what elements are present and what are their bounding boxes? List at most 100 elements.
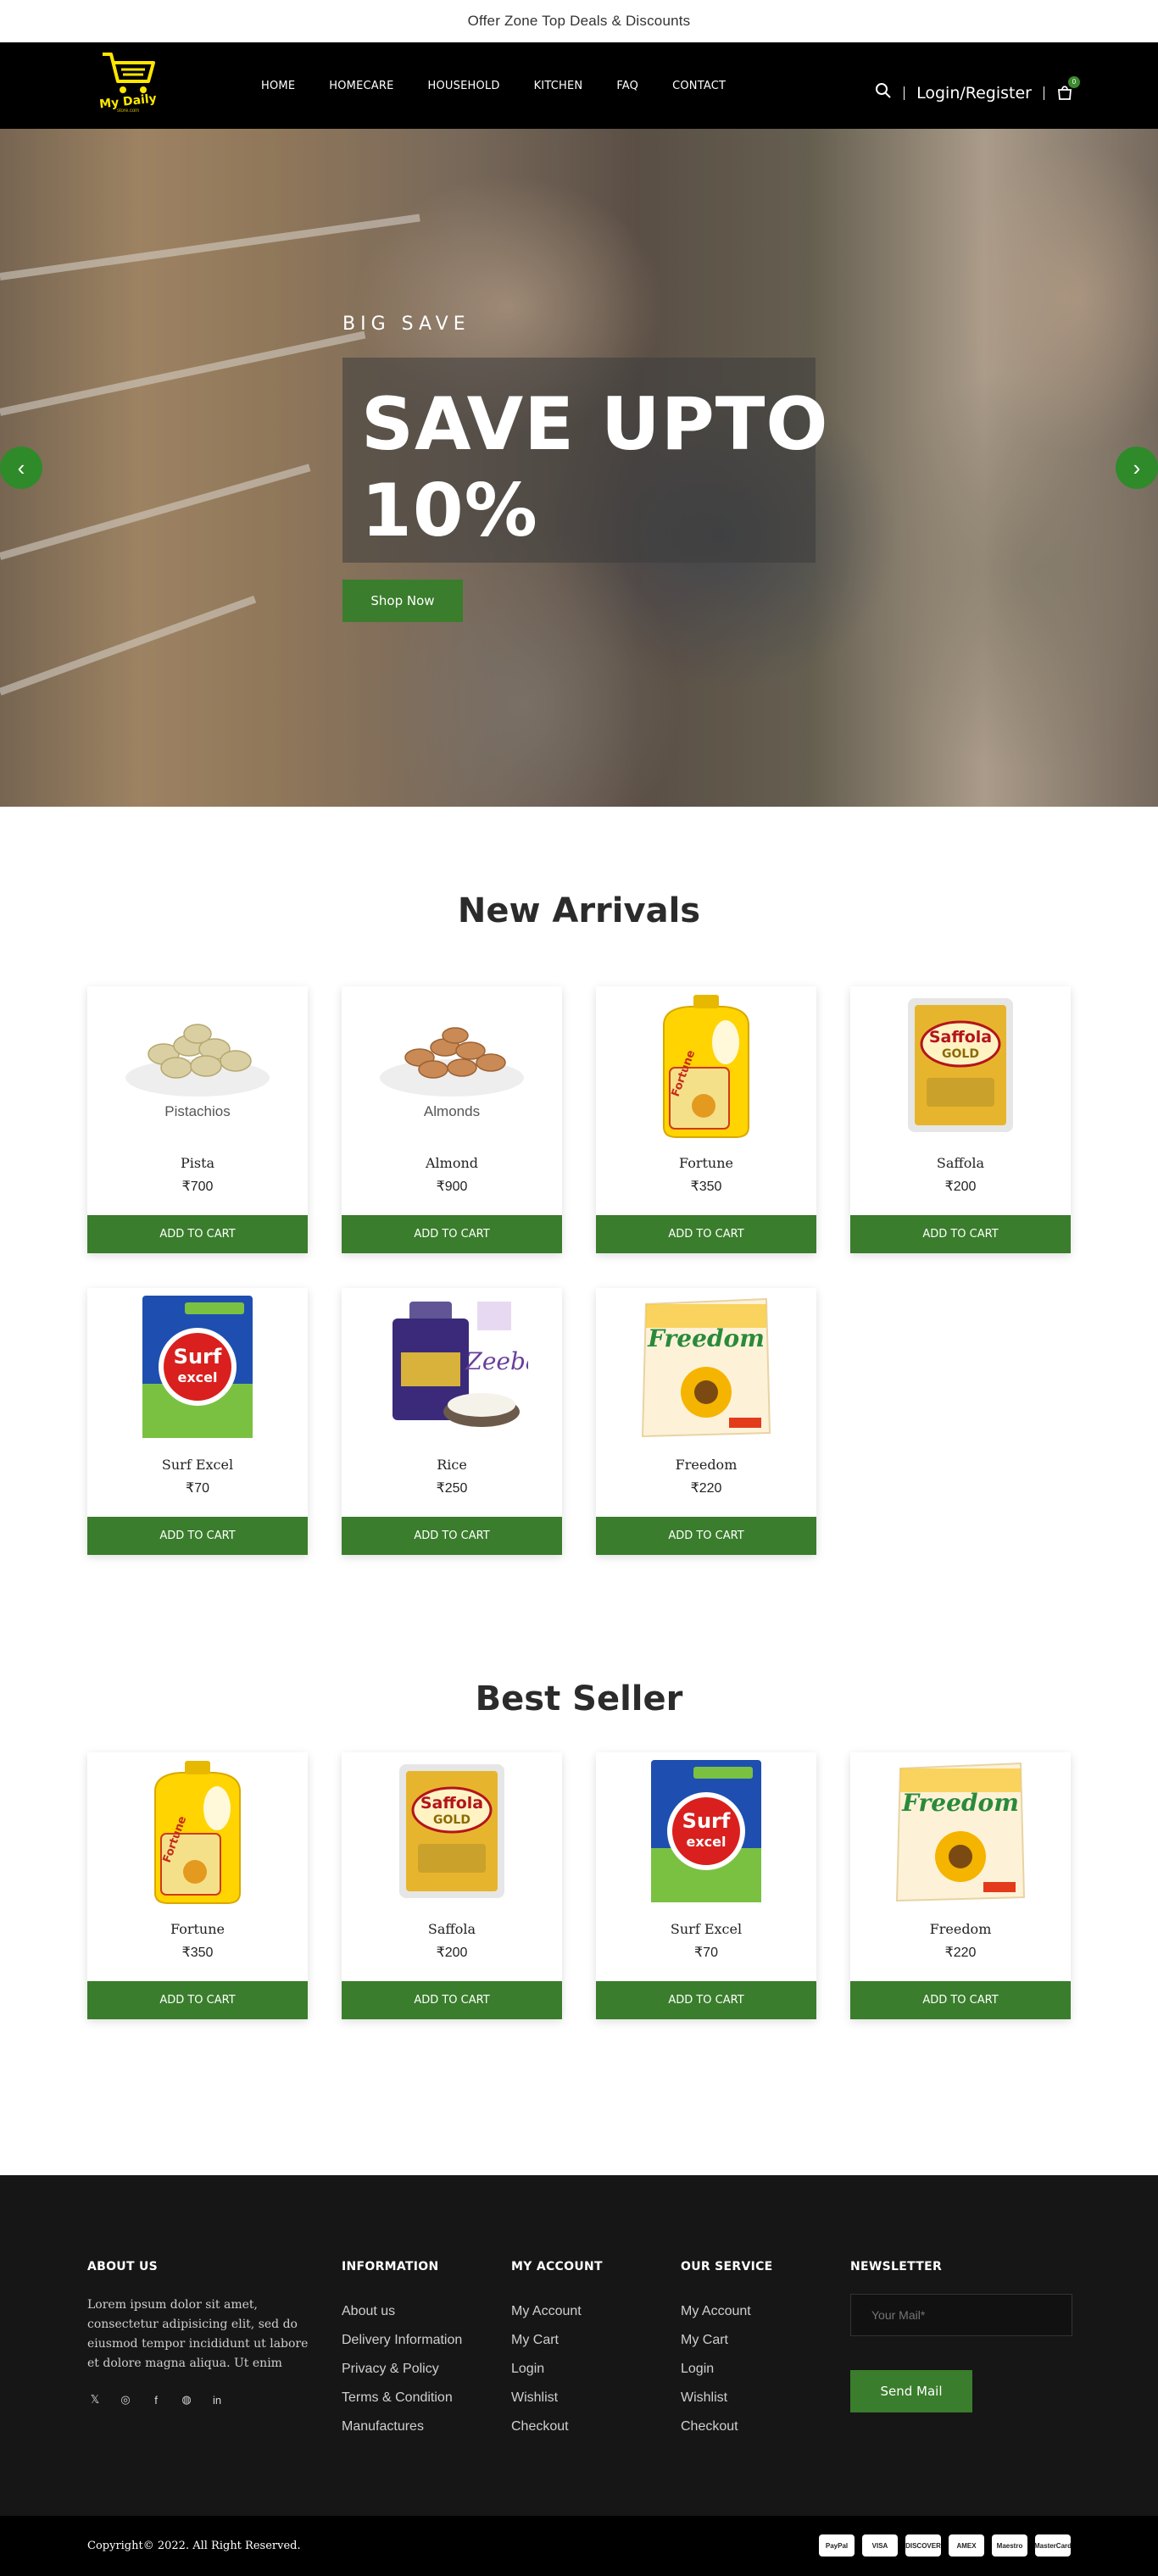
nav-faq[interactable]: FAQ — [616, 80, 638, 92]
product-price: ₹200 — [944, 1180, 977, 1194]
product-card[interactable]: Surf excel Surf Excel ₹70 ADD TO CART — [87, 1288, 308, 1555]
product-image[interactable]: Freedom — [613, 1291, 799, 1442]
product-image[interactable]: Zeeba — [359, 1291, 545, 1442]
add-to-cart-button[interactable]: ADD TO CART — [87, 1517, 308, 1555]
dribbble-icon[interactable]: ◍ — [179, 2392, 194, 2407]
product-name[interactable]: Saffola — [850, 1155, 1071, 1171]
svg-text:Almonds: Almonds — [424, 1103, 480, 1119]
add-to-cart-button[interactable]: ADD TO CART — [87, 1981, 308, 2019]
product-card[interactable]: Fortune Fortune ₹350 ADD TO CART — [596, 986, 816, 1253]
product-name[interactable]: Surf Excel — [596, 1921, 816, 1937]
nav-household[interactable]: HOUSEHOLD — [428, 80, 500, 92]
instagram-icon[interactable]: ◎ — [118, 2392, 133, 2407]
product-image[interactable]: Saffola GOLD — [359, 1756, 545, 1907]
product-card[interactable]: Freedom Freedom ₹220 ADD TO CART — [596, 1288, 816, 1555]
product-name[interactable]: Fortune — [596, 1155, 816, 1171]
footer-link[interactable]: Wishlist — [511, 2384, 603, 2412]
nav-home[interactable]: HOME — [261, 80, 295, 92]
footer-link[interactable]: Terms & Condition — [342, 2384, 462, 2412]
footer-link[interactable]: Wishlist — [681, 2384, 773, 2412]
hero-title: SAVE UPTO 10% — [361, 382, 829, 553]
footer-link-list: My Account My Cart Login Wishlist Checko… — [681, 2297, 773, 2441]
site-logo[interactable]: My Daily store.com — [96, 49, 160, 122]
nav-contact[interactable]: CONTACT — [672, 80, 726, 92]
add-to-cart-button[interactable]: ADD TO CART — [850, 1981, 1071, 2019]
footer-link[interactable]: My Cart — [511, 2326, 603, 2355]
product-image[interactable]: Almonds — [359, 990, 545, 1141]
footer-link[interactable]: My Cart — [681, 2326, 773, 2355]
product-price: ₹700 — [181, 1180, 214, 1194]
footer-link[interactable]: Login — [511, 2355, 603, 2384]
chevron-right-icon[interactable]: › — [1116, 447, 1158, 489]
product-price: ₹200 — [436, 1946, 468, 1960]
product-name[interactable]: Almond — [342, 1155, 562, 1171]
product-image[interactable]: Fortune — [613, 990, 799, 1141]
add-to-cart-button[interactable]: ADD TO CART — [342, 1215, 562, 1253]
add-to-cart-button[interactable]: ADD TO CART — [342, 1517, 562, 1555]
nav-homecare[interactable]: HOMECARE — [329, 80, 393, 92]
product-name[interactable]: Surf Excel — [87, 1457, 308, 1473]
product-card[interactable]: Zeeba Rice ₹250 ADD TO CART — [342, 1288, 562, 1555]
product-image[interactable]: Saffola GOLD — [867, 990, 1054, 1141]
product-card[interactable]: Fortune Fortune ₹350 ADD TO CART — [87, 1752, 308, 2019]
svg-text:Surf: Surf — [682, 1809, 731, 1833]
footer-link[interactable]: My Account — [511, 2297, 603, 2326]
divider — [904, 86, 905, 100]
product-card[interactable]: Surf excel Surf Excel ₹70 ADD TO CART — [596, 1752, 816, 2019]
product-card[interactable]: Saffola GOLD Saffola ₹200 ADD TO CART — [342, 1752, 562, 2019]
product-name[interactable]: Saffola — [342, 1921, 562, 1937]
footer-link-list: About us Delivery Information Privacy & … — [342, 2297, 462, 2441]
product-image[interactable]: Surf excel — [613, 1756, 799, 1907]
add-to-cart-button[interactable]: ADD TO CART — [596, 1215, 816, 1253]
send-mail-button[interactable]: Send Mail — [850, 2370, 972, 2412]
svg-text:GOLD: GOLD — [433, 1813, 470, 1827]
about-text: Lorem ipsum dolor sit amet, consectetur … — [87, 2298, 309, 2370]
product-name[interactable]: Rice — [342, 1457, 562, 1473]
svg-text:Freedom: Freedom — [901, 1789, 1019, 1817]
product-name[interactable]: Freedom — [596, 1457, 816, 1473]
footer-link[interactable]: Checkout — [681, 2412, 773, 2441]
product-card[interactable]: Pistachios Pista ₹700 ADD TO CART — [87, 986, 308, 1253]
product-name[interactable]: Freedom — [850, 1921, 1071, 1937]
shop-now-button[interactable]: Shop Now — [342, 580, 463, 622]
product-image[interactable]: Surf excel — [104, 1291, 291, 1442]
product-image[interactable]: Pistachios — [104, 990, 291, 1141]
footer-our-service: OUR SERVICE My Account My Cart Login Wis… — [681, 2260, 773, 2441]
product-card[interactable]: Saffola GOLD Saffola ₹200 ADD TO CART — [850, 986, 1071, 1253]
chevron-left-icon[interactable]: ‹ — [0, 447, 42, 489]
product-card[interactable]: Almonds Almond ₹900 ADD TO CART — [342, 986, 562, 1253]
facebook-icon[interactable]: f — [148, 2392, 164, 2407]
add-to-cart-button[interactable]: ADD TO CART — [596, 1517, 816, 1555]
nav-kitchen[interactable]: KITCHEN — [534, 80, 583, 92]
product-price: ₹350 — [690, 1180, 722, 1194]
shopping-bag-icon[interactable]: 0 — [1056, 75, 1080, 103]
product-image[interactable]: Fortune — [104, 1756, 291, 1907]
newsletter-email-input[interactable] — [850, 2294, 1072, 2336]
add-to-cart-button[interactable]: ADD TO CART — [850, 1215, 1071, 1253]
twitter-icon[interactable]: 𝕏 — [87, 2392, 103, 2407]
add-to-cart-button[interactable]: ADD TO CART — [87, 1215, 308, 1253]
footer-heading: ABOUT US — [87, 2260, 159, 2273]
add-to-cart-button[interactable]: ADD TO CART — [596, 1981, 816, 2019]
footer-link[interactable]: Manufactures — [342, 2412, 462, 2441]
product-price: ₹900 — [436, 1180, 468, 1194]
footer-link[interactable]: Delivery Information — [342, 2326, 462, 2355]
add-to-cart-button[interactable]: ADD TO CART — [342, 1981, 562, 2019]
footer-newsletter: NEWSLETTER Send Mail — [850, 2260, 1072, 2412]
login-register-link[interactable]: Login/Register — [916, 84, 1032, 103]
svg-text:Zeeba: Zeeba — [465, 1347, 528, 1375]
product-name[interactable]: Fortune — [87, 1921, 308, 1937]
product-card[interactable]: Freedom Freedom ₹220 ADD TO CART — [850, 1752, 1071, 2019]
product-name[interactable]: Pista — [87, 1155, 308, 1171]
footer-link[interactable]: Login — [681, 2355, 773, 2384]
footer-link[interactable]: About us — [342, 2297, 462, 2326]
svg-text:excel: excel — [178, 1369, 218, 1385]
footer-link[interactable]: Checkout — [511, 2412, 603, 2441]
search-icon[interactable] — [875, 82, 892, 103]
product-price: ₹220 — [944, 1946, 977, 1960]
footer-link[interactable]: My Account — [681, 2297, 773, 2326]
linkedin-icon[interactable]: in — [209, 2392, 225, 2407]
product-image[interactable]: Freedom — [867, 1756, 1054, 1907]
footer-link[interactable]: Privacy & Policy — [342, 2355, 462, 2384]
hero-banner: BIG SAVE SAVE UPTO 10% Shop Now ‹ › — [0, 129, 1158, 807]
